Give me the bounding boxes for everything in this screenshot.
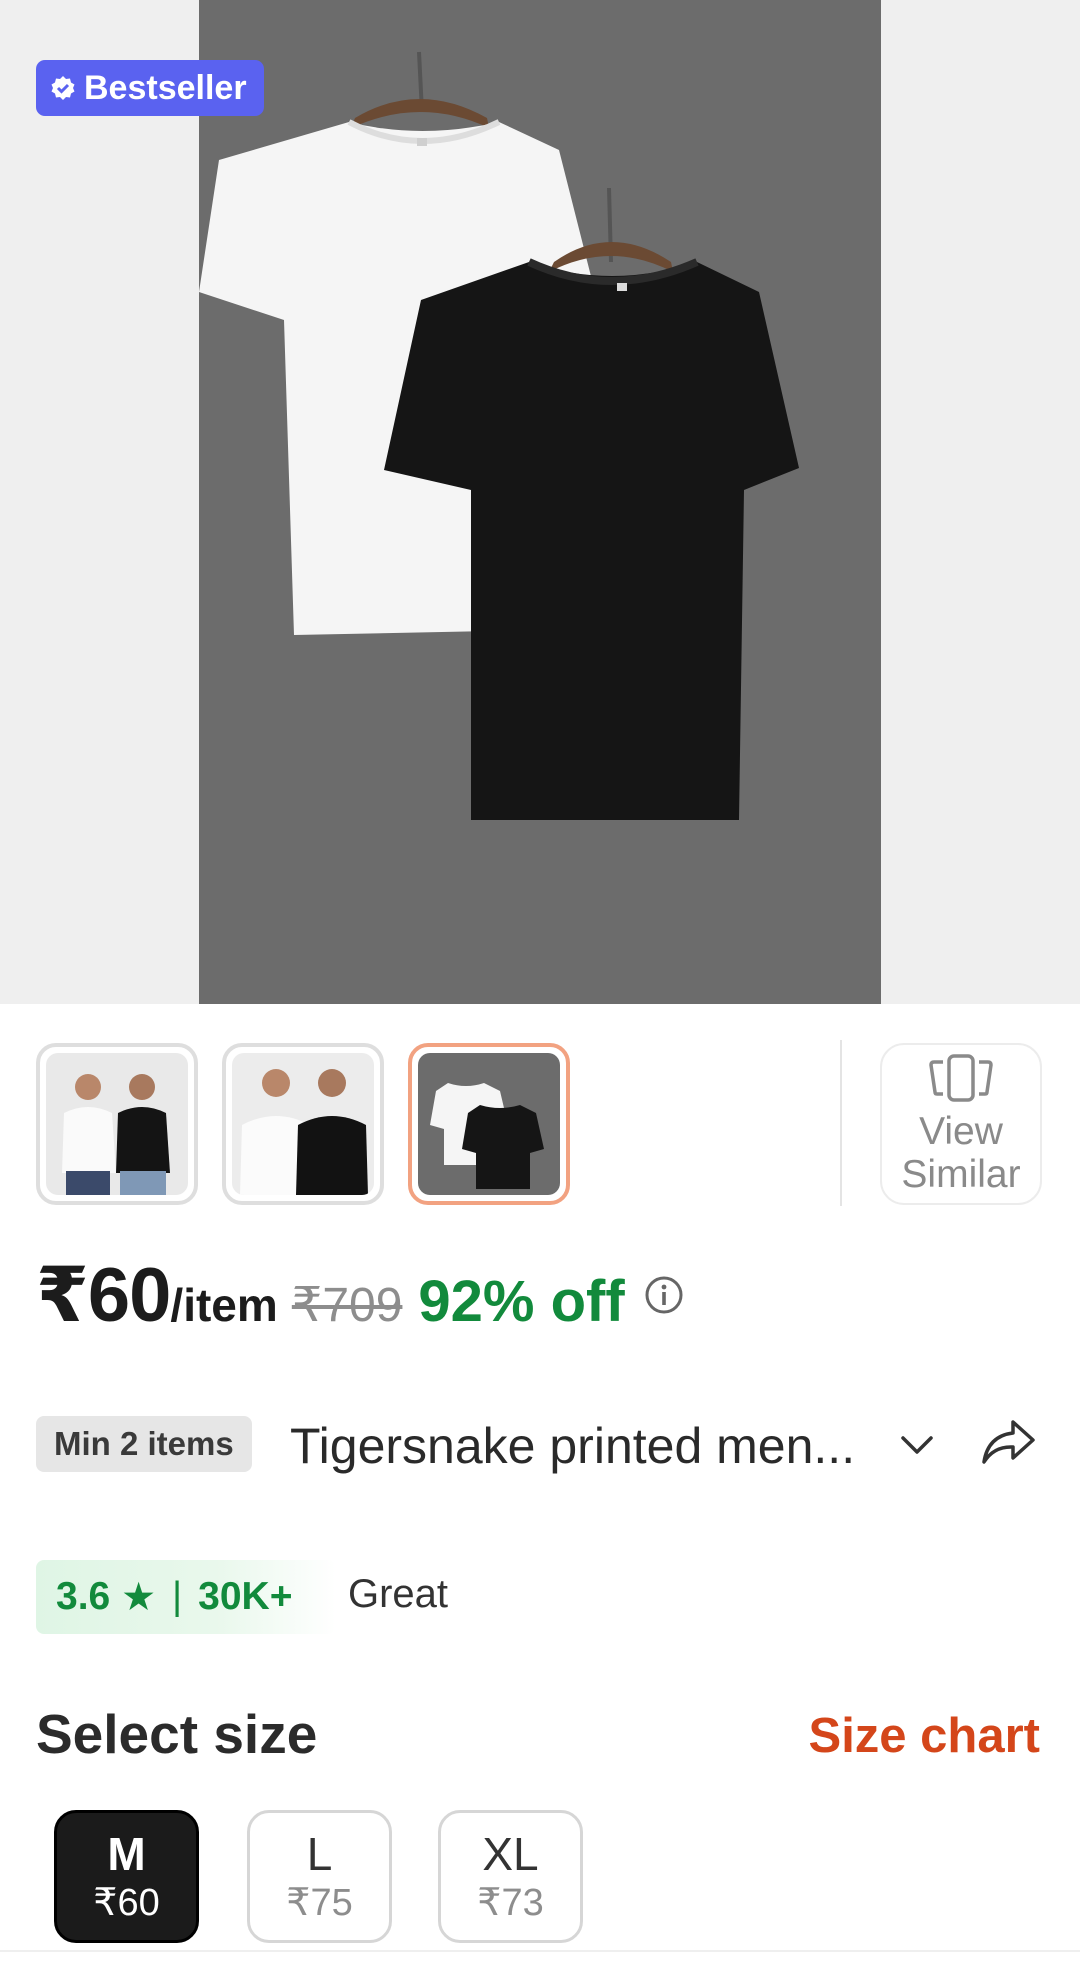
thumbnail-3[interactable] xyxy=(408,1043,570,1205)
size-option-l[interactable]: L ₹75 xyxy=(247,1810,392,1943)
size-option-m[interactable]: M ₹60 xyxy=(54,1810,199,1943)
rating-count: 30K+ xyxy=(198,1575,293,1618)
price-row: ₹60 /item ₹709 92% off xyxy=(36,1250,685,1339)
rating-badge[interactable]: 3.6 ★ | 30K+ xyxy=(36,1560,336,1634)
thumbnail-image xyxy=(418,1053,560,1195)
current-price: ₹60 xyxy=(36,1253,171,1338)
thumbnail-strip: View Similar xyxy=(0,1040,1080,1208)
bestseller-label: Bestseller xyxy=(84,68,247,107)
thumbnail-1[interactable] xyxy=(36,1043,198,1205)
size-option-xl[interactable]: XL ₹73 xyxy=(438,1810,583,1943)
view-similar-line1: View xyxy=(919,1110,1003,1153)
thumbnail-image xyxy=(232,1053,374,1195)
select-size-heading: Select size xyxy=(36,1703,318,1765)
chevron-down-icon[interactable] xyxy=(897,1428,937,1464)
share-arrow-icon[interactable] xyxy=(980,1416,1038,1468)
size-price: ₹60 xyxy=(93,1881,160,1924)
size-label: M xyxy=(107,1827,146,1880)
size-label: XL xyxy=(482,1827,539,1880)
discount-percent: 92% off xyxy=(418,1269,625,1334)
bestseller-badge: Bestseller xyxy=(36,60,264,116)
star-icon: ★ xyxy=(121,1575,157,1619)
product-main-image[interactable] xyxy=(199,0,881,1004)
size-price: ₹75 xyxy=(286,1881,353,1924)
thumbnail-2[interactable] xyxy=(222,1043,384,1205)
thumbnail-divider xyxy=(840,1040,842,1206)
size-price: ₹73 xyxy=(477,1881,544,1924)
product-image-gallery[interactable]: Bestseller xyxy=(0,0,1080,1004)
section-divider xyxy=(0,1950,1080,1952)
tshirts-on-hangers-illustration xyxy=(199,51,799,820)
product-title[interactable]: Tigersnake printed men... xyxy=(290,1416,855,1476)
price-unit: /item xyxy=(170,1279,278,1331)
rating-score: 3.6 xyxy=(56,1575,111,1618)
info-icon[interactable] xyxy=(643,1274,685,1316)
view-similar-line2: Similar xyxy=(901,1153,1021,1196)
view-similar-button[interactable]: View Similar xyxy=(880,1043,1042,1205)
size-label: L xyxy=(306,1827,333,1880)
thumbnail-image xyxy=(46,1053,188,1195)
size-chart-link[interactable]: Size chart xyxy=(809,1708,1040,1764)
verified-check-icon xyxy=(51,76,75,100)
rating-label: Great xyxy=(348,1572,449,1616)
original-price: ₹709 xyxy=(291,1279,403,1332)
rating-separator: | xyxy=(172,1575,183,1618)
min-items-badge: Min 2 items xyxy=(36,1416,252,1472)
stack-cards-icon xyxy=(929,1054,993,1102)
